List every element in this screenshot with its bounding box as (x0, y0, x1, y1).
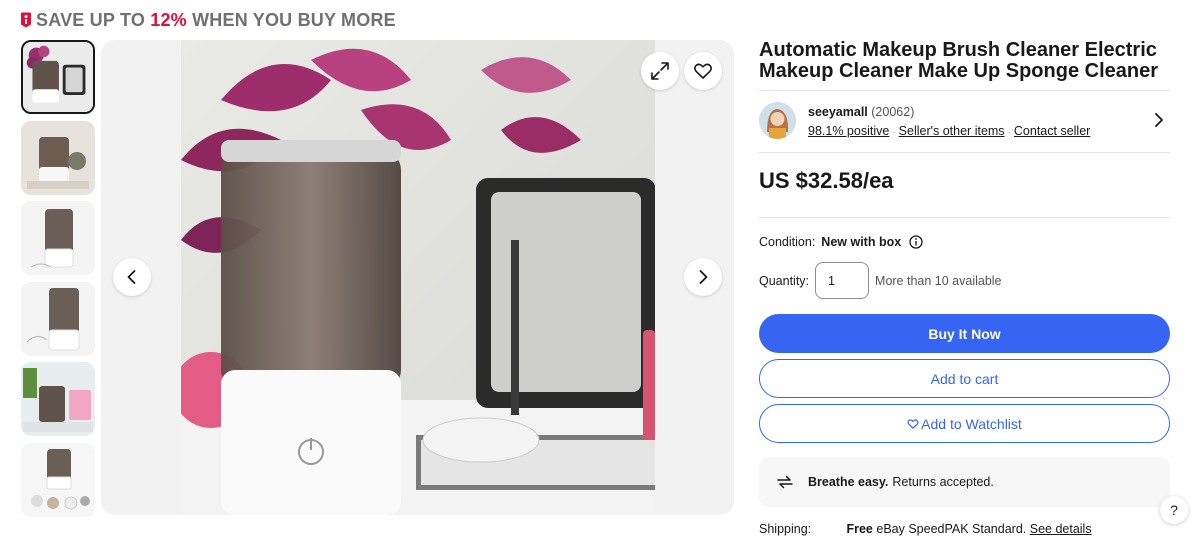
buy-it-now-label: Buy It Now (928, 325, 1001, 342)
promo-text: SAVE UP TO 12% WHEN YOU BUY MORE (36, 10, 396, 31)
thumbnail-5[interactable] (21, 362, 95, 436)
quantity-available: More than 10 available (875, 273, 1002, 288)
product-thumbnail-image (21, 362, 95, 436)
item-details: Automatic Makeup Brush Cleaner Electric … (759, 40, 1170, 82)
thumbnail-1[interactable] (21, 40, 95, 114)
watch-heart-button[interactable] (684, 52, 722, 90)
seller-avatar[interactable] (759, 102, 796, 139)
heart-icon (694, 63, 712, 79)
thumbnail-list (21, 40, 95, 523)
item-price: US $32.58/ea (759, 168, 894, 193)
contact-seller-link[interactable]: Contact seller (1014, 124, 1090, 138)
chevron-right-icon (699, 270, 708, 284)
shipping-details-link[interactable]: See details (1030, 522, 1092, 536)
product-thumbnail-image (23, 42, 93, 112)
product-thumbnail-image (21, 442, 95, 517)
quantity-row: Quantity: More than 10 available (759, 262, 1002, 299)
promo-prefix: SAVE UP TO (36, 9, 146, 30)
buy-it-now-button[interactable]: Buy It Now (759, 314, 1170, 353)
thumbnail-2[interactable] (21, 120, 95, 195)
chevron-right-icon[interactable] (1152, 112, 1166, 128)
shipping-label: Shipping: (759, 522, 812, 536)
thumbnail-4[interactable] (21, 281, 95, 356)
separator-dot: · (1007, 127, 1011, 138)
returns-bold-text: Breathe easy. (808, 475, 889, 489)
seller-positive-link[interactable]: 98.1% positive (808, 124, 889, 138)
returns-arrows-icon (777, 475, 793, 489)
product-photo (181, 40, 655, 515)
returns-text: Returns accepted. (892, 475, 994, 489)
separator-dot: · (892, 127, 896, 138)
help-button[interactable]: ? (1160, 496, 1188, 524)
shipping-row: Shipping: Free eBay SpeedPAK Standard. S… (759, 522, 1092, 536)
divider (759, 152, 1170, 153)
help-icon: ? (1170, 502, 1178, 518)
thumbnail-3[interactable] (21, 201, 95, 275)
thumbnail-6[interactable] (21, 442, 95, 517)
condition-row: Condition: New with box (759, 235, 923, 249)
item-title: Automatic Makeup Brush Cleaner Electric … (759, 39, 1159, 82)
shipping-free: Free (846, 522, 873, 536)
promo-percent: 12% (150, 9, 187, 30)
price-tag-icon (21, 12, 31, 28)
shipping-service: eBay SpeedPAK Standard. (876, 522, 1027, 536)
seller-feedback-count: (20062) (871, 105, 915, 119)
condition-label: Condition: (759, 235, 816, 249)
add-to-cart-label: Add to cart (930, 370, 999, 387)
main-product-image[interactable] (101, 40, 734, 515)
product-thumbnail-image (21, 201, 95, 275)
divider (759, 90, 1170, 91)
seller-name[interactable]: seeyamall (808, 105, 868, 119)
quantity-input[interactable] (815, 262, 870, 299)
promo-banner: SAVE UP TO 12% WHEN YOU BUY MORE (20, 8, 396, 32)
add-to-cart-button[interactable]: Add to cart (759, 359, 1170, 398)
seller-links: 98.1% positive · Seller's other items · Cont… (808, 124, 1090, 138)
expand-icon (651, 62, 669, 80)
previous-image-button[interactable] (113, 258, 151, 296)
chevron-left-icon (127, 270, 136, 284)
add-to-watchlist-button[interactable]: Add to Watchlist (759, 404, 1170, 443)
product-thumbnail-image (21, 120, 95, 195)
product-thumbnail-image (21, 281, 95, 356)
info-icon[interactable] (909, 235, 923, 249)
divider (759, 217, 1170, 218)
condition-value: New with box (821, 235, 902, 249)
promo-suffix: WHEN YOU BUY MORE (192, 9, 396, 30)
seller-other-items-link[interactable]: Seller's other items (899, 124, 1005, 138)
quantity-label: Quantity: (759, 273, 810, 288)
next-image-button[interactable] (684, 258, 722, 296)
heart-icon (907, 418, 919, 429)
returns-banner: Breathe easy. Returns accepted. (759, 457, 1170, 507)
seller-name-line: seeyamall (20062) (808, 105, 914, 119)
expand-button[interactable] (641, 52, 679, 90)
add-to-watchlist-label: Add to Watchlist (921, 415, 1022, 432)
seller-card[interactable]: seeyamall (20062) 98.1% positive · Seller'… (759, 100, 1170, 142)
